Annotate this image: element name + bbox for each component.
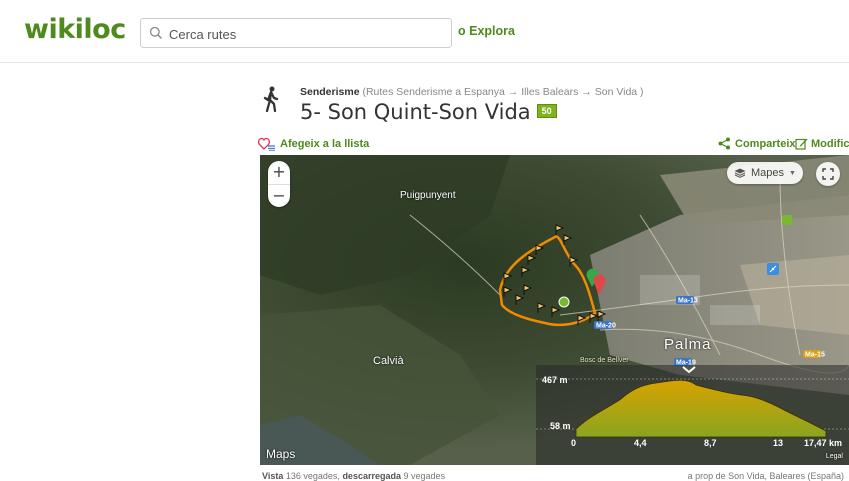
add-to-list-label: Afegeix a la llista <box>280 138 370 150</box>
elevation-profile[interactable]: 467 m 58 m 0 4,4 8,7 13 17,47 km <box>536 365 849 465</box>
search-input[interactable] <box>167 22 441 46</box>
trail-category: Senderisme (Rutes Senderisme a Espanya →… <box>300 86 644 98</box>
edit-icon <box>795 138 808 150</box>
apple-maps-attribution: Maps <box>266 447 295 461</box>
search-icon <box>149 26 162 39</box>
chevron-down-icon: ▼ <box>789 169 796 177</box>
trail-title-text: 5- Son Quint-Son Vida <box>300 100 531 124</box>
map-layers-button[interactable]: Mapes ▼ <box>727 162 803 184</box>
search-box[interactable] <box>140 18 452 48</box>
distance-tick: 13 <box>773 438 784 448</box>
distance-tick: 4,4 <box>634 438 647 448</box>
road-label: Ma-13 <box>678 298 698 305</box>
share-label: Comparteix <box>735 137 796 150</box>
trail-map[interactable]: Ma-13 Ma-20 Ma-19 Ma-15 + − Mapes ▼ Puig… <box>260 155 849 465</box>
legal-link[interactable]: Legal <box>826 453 843 460</box>
trail-number-badge: 50 <box>536 104 557 118</box>
activity-type[interactable]: Senderisme <box>300 86 360 98</box>
zoom-out-button[interactable]: − <box>268 184 290 208</box>
fullscreen-icon <box>822 168 834 180</box>
hiking-icon <box>263 86 279 112</box>
distance-tick: 8,7 <box>704 438 717 448</box>
layers-icon <box>734 168 746 178</box>
elevation-chart <box>536 378 849 438</box>
heart-list-icon <box>258 137 275 151</box>
modify-label: Modifica <box>811 137 849 150</box>
place-label-palma: Palma <box>664 336 712 353</box>
wikiloc-logo[interactable]: wikiloc <box>24 14 126 45</box>
distance-tick: 17,47 km <box>804 438 843 448</box>
place-label-calvia: Calvià <box>373 355 404 367</box>
share-icon <box>718 137 730 150</box>
place-label-bosc: Bosc de Bellver <box>580 357 629 364</box>
place-label-puigpunyent: Puigpunyent <box>400 190 456 201</box>
fullscreen-button[interactable] <box>816 162 840 186</box>
road-label: Ma-20 <box>596 323 616 330</box>
trail-breadcrumb[interactable]: (Rutes Senderisme a Espanya → Illes Bale… <box>362 86 643 98</box>
road-label: Ma-15 <box>805 352 825 359</box>
distance-tick: 0 <box>571 438 577 448</box>
map-layers-label: Mapes <box>751 167 785 179</box>
explore-link[interactable]: o Explora <box>458 24 515 38</box>
add-to-list-button[interactable]: Afegeix a la llista <box>258 137 369 151</box>
zoom-in-button[interactable]: + <box>268 161 290 184</box>
elevation-area <box>575 379 827 438</box>
attribution-text: Maps <box>266 447 296 461</box>
share-button[interactable]: Comparteix <box>718 137 796 150</box>
max-elevation-label: 467 m <box>542 375 568 385</box>
modify-button[interactable]: Modifica <box>795 137 849 150</box>
logo-text: wikiloc <box>24 14 126 45</box>
site-header: wikiloc o Explora <box>0 0 849 63</box>
min-elevation-label: 58 m <box>550 421 571 431</box>
trail-title: 5- Son Quint-Son Vida 50 <box>300 100 557 124</box>
zoom-control: + − <box>268 161 290 207</box>
